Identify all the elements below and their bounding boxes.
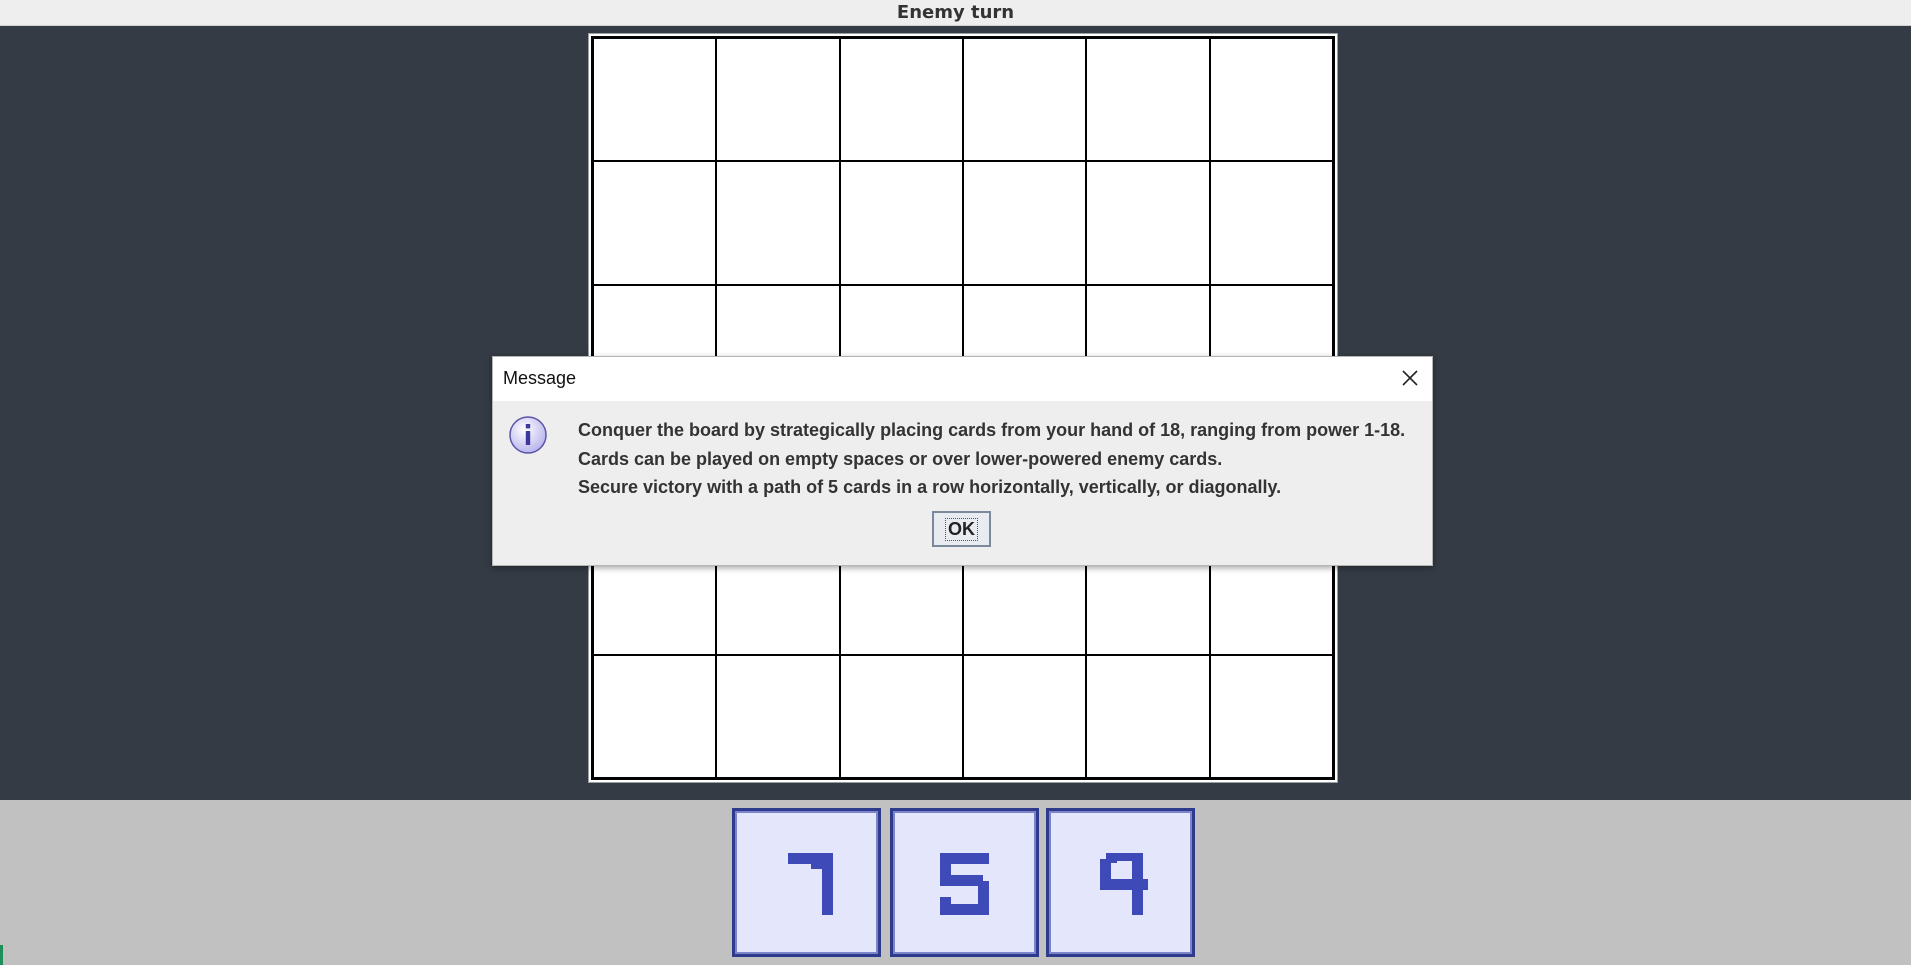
card-face: 7 xyxy=(735,811,878,954)
info-icon xyxy=(509,416,547,454)
turn-status: Enemy turn xyxy=(896,2,1015,23)
message-line: Secure victory with a path of 5 cards in… xyxy=(578,477,1282,497)
edge-accent xyxy=(0,945,3,965)
message-line: Conquer the board by strategically placi… xyxy=(578,420,1406,440)
digit-5-glyph xyxy=(940,853,989,915)
board-cell[interactable] xyxy=(1086,654,1210,778)
board-cell[interactable] xyxy=(839,38,963,162)
close-icon-glyph xyxy=(1402,370,1418,386)
board-cell[interactable] xyxy=(963,654,1087,778)
board-cell[interactable] xyxy=(593,161,717,285)
board-cell[interactable] xyxy=(593,38,717,162)
board-cell[interactable] xyxy=(839,654,963,778)
digit-7-glyph xyxy=(788,853,833,915)
dialog-header: Message xyxy=(493,357,1432,401)
close-icon[interactable] xyxy=(1394,362,1426,394)
board-cell[interactable] xyxy=(963,38,1087,162)
message-line: Cards can be played on empty spaces or o… xyxy=(578,448,1223,469)
message-dialog: Message Conquer the board by strategical… xyxy=(492,356,1433,566)
board-cell[interactable] xyxy=(1209,38,1333,162)
dialog-message: Conquer the board by strategically placi… xyxy=(578,416,1418,502)
hand-card-7[interactable]: 7 xyxy=(732,808,881,957)
board-cell[interactable] xyxy=(1209,654,1333,778)
board-cell[interactable] xyxy=(1086,161,1210,285)
board-cell[interactable] xyxy=(716,654,840,778)
ok-button[interactable]: OK xyxy=(932,511,991,547)
board-cell[interactable] xyxy=(716,161,840,285)
card-face: 5 xyxy=(893,811,1036,954)
board-cell[interactable] xyxy=(1209,161,1333,285)
board-cell[interactable] xyxy=(839,161,963,285)
board-cell[interactable] xyxy=(593,654,717,778)
card-face: 4 xyxy=(1049,811,1192,954)
board-cell[interactable] xyxy=(716,38,840,162)
dialog-title: Message xyxy=(503,368,577,388)
title-bar: Enemy turn xyxy=(0,0,1911,26)
hand-card-5[interactable]: 5 xyxy=(890,808,1039,957)
digit-4-glyph xyxy=(1100,853,1148,915)
ok-label: OK xyxy=(945,517,978,541)
board-cell[interactable] xyxy=(963,161,1087,285)
board-cell[interactable] xyxy=(1086,38,1210,162)
hand-card-4[interactable]: 4 xyxy=(1046,808,1195,957)
